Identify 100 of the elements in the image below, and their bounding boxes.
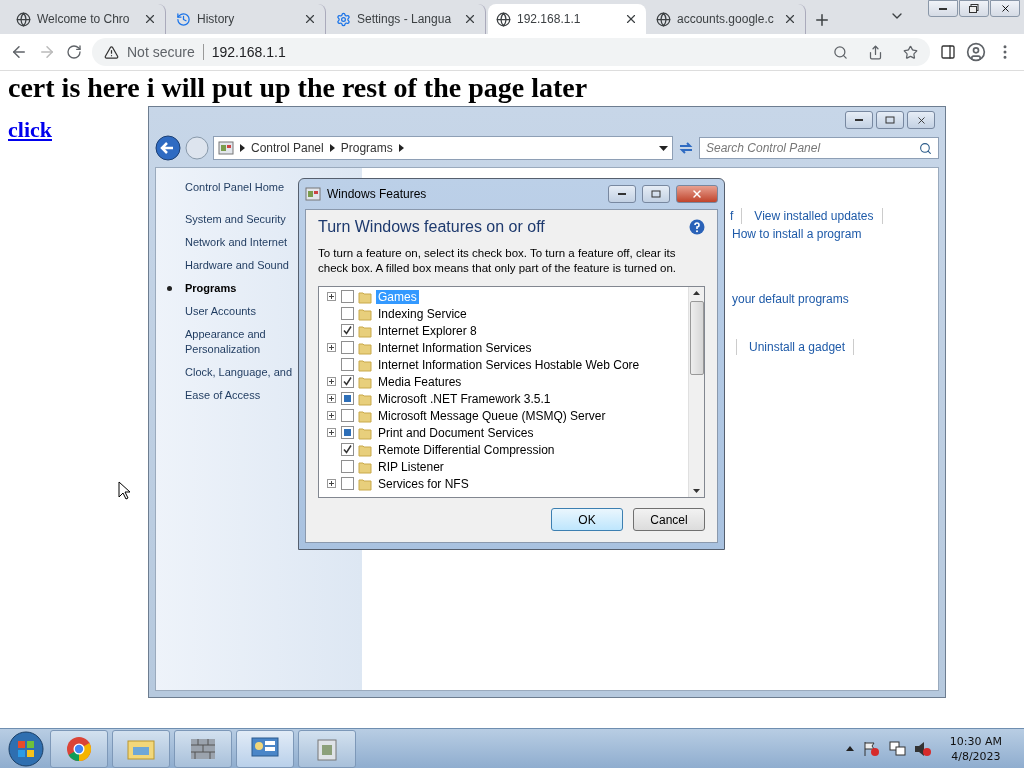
folder-icon bbox=[358, 374, 372, 389]
feature-label[interactable]: Remote Differential Compression bbox=[376, 442, 557, 457]
checkbox[interactable] bbox=[341, 324, 354, 337]
refresh-icon[interactable] bbox=[677, 140, 695, 156]
close-icon[interactable] bbox=[624, 12, 638, 26]
history-icon bbox=[176, 11, 191, 27]
checkbox[interactable] bbox=[341, 477, 354, 490]
dropdown-icon[interactable] bbox=[659, 145, 668, 151]
ok-button[interactable]: OK bbox=[551, 508, 623, 531]
flag-error-icon[interactable] bbox=[861, 740, 880, 757]
close-icon[interactable] bbox=[463, 12, 477, 26]
taskbar-button[interactable] bbox=[236, 729, 294, 768]
task-link[interactable]: View installed updates bbox=[754, 208, 882, 224]
help-icon[interactable] bbox=[689, 219, 705, 235]
close-icon[interactable] bbox=[783, 12, 797, 26]
feature-label[interactable]: Print and Document Services bbox=[376, 425, 536, 440]
task-link[interactable]: Uninstall a gadget bbox=[749, 339, 854, 355]
checkbox[interactable] bbox=[341, 307, 354, 320]
feature-label[interactable]: Microsoft .NET Framework 3.5.1 bbox=[376, 391, 553, 406]
maximize-icon bbox=[651, 190, 661, 198]
click-link[interactable]: click bbox=[8, 117, 52, 142]
cursor-icon bbox=[118, 481, 130, 500]
taskbar-button[interactable] bbox=[50, 729, 108, 768]
breadcrumb-item[interactable]: Control Panel bbox=[251, 141, 324, 155]
expand-button[interactable] bbox=[326, 479, 336, 488]
feature-label[interactable]: Services for NFS bbox=[376, 476, 471, 491]
restore-button[interactable] bbox=[959, 0, 989, 17]
maximize-button[interactable] bbox=[642, 185, 670, 203]
close-icon[interactable] bbox=[303, 12, 317, 26]
maximize-icon bbox=[885, 116, 895, 124]
address-field[interactable]: Control Panel Programs bbox=[213, 136, 673, 160]
scrollbar-thumb[interactable] bbox=[689, 301, 704, 375]
breadcrumb-item[interactable]: Programs bbox=[340, 141, 393, 155]
side-panel-icon[interactable] bbox=[940, 44, 956, 60]
search-field[interactable]: Search Control Panel bbox=[699, 137, 939, 159]
close-button[interactable] bbox=[907, 111, 935, 129]
close-icon bbox=[999, 3, 1011, 14]
scrollbar[interactable] bbox=[688, 287, 704, 497]
feature-label[interactable]: RIP Listener bbox=[376, 459, 446, 474]
address-bar[interactable]: Not secure 192.168.1.1 bbox=[92, 38, 930, 66]
back-button[interactable] bbox=[155, 135, 181, 161]
expand-button[interactable] bbox=[326, 428, 336, 437]
checkbox[interactable] bbox=[341, 341, 354, 354]
minimize-button[interactable] bbox=[928, 0, 958, 17]
minimize-button[interactable] bbox=[608, 185, 636, 203]
profile-icon[interactable] bbox=[966, 42, 986, 62]
close-button[interactable] bbox=[676, 185, 718, 203]
clock[interactable]: 10:30 AM 4/8/2023 bbox=[949, 733, 1002, 764]
feature-label[interactable]: Media Features bbox=[376, 374, 464, 389]
expand-button[interactable] bbox=[326, 411, 336, 420]
feature-label[interactable]: Internet Information Services Hostable Web Core bbox=[376, 357, 642, 372]
start-button[interactable] bbox=[6, 729, 46, 768]
task-link[interactable]: How to install a program bbox=[732, 226, 870, 242]
close-icon[interactable] bbox=[143, 12, 157, 26]
feature-label[interactable]: Microsoft Message Queue (MSMQ) Server bbox=[376, 408, 608, 423]
minimize-icon bbox=[617, 192, 627, 196]
task-link[interactable]: your default programs bbox=[732, 291, 857, 307]
checkbox[interactable] bbox=[341, 426, 354, 439]
close-button[interactable] bbox=[990, 0, 1020, 17]
checkbox[interactable] bbox=[341, 409, 354, 422]
minimize-icon bbox=[854, 118, 864, 122]
nav-link[interactable]: Appearance and Personalization bbox=[164, 327, 285, 357]
muted-speaker-icon[interactable] bbox=[913, 740, 932, 757]
checkbox[interactable] bbox=[341, 375, 354, 388]
folder-icon bbox=[358, 459, 372, 474]
checkbox[interactable] bbox=[341, 443, 354, 456]
checkbox[interactable] bbox=[341, 290, 354, 303]
cancel-button[interactable]: Cancel bbox=[633, 508, 705, 531]
search-icon[interactable] bbox=[833, 44, 848, 60]
share-icon[interactable] bbox=[868, 44, 883, 60]
expand-button[interactable] bbox=[326, 394, 336, 403]
folder-icon bbox=[358, 476, 372, 491]
checkbox[interactable] bbox=[341, 460, 354, 473]
star-icon[interactable] bbox=[903, 44, 918, 60]
new-tab-icon[interactable] bbox=[813, 11, 831, 29]
checkbox[interactable] bbox=[341, 358, 354, 371]
show-hidden-icons-button[interactable] bbox=[845, 746, 854, 751]
feature-label[interactable]: Indexing Service bbox=[376, 306, 469, 321]
feature-label[interactable]: Internet Explorer 8 bbox=[376, 323, 479, 338]
expand-button[interactable] bbox=[326, 377, 336, 386]
folder-icon bbox=[358, 408, 372, 423]
dialog-title: Windows Features bbox=[327, 187, 428, 201]
taskbar-button[interactable] bbox=[174, 729, 232, 768]
browser-tab[interactable]: 192.168.1.1 bbox=[488, 4, 646, 34]
control-panel-icon bbox=[218, 140, 234, 156]
expand-button[interactable] bbox=[326, 343, 336, 352]
task-link[interactable]: f bbox=[730, 208, 742, 224]
network-icon[interactable] bbox=[887, 740, 906, 757]
minimize-button[interactable] bbox=[845, 111, 873, 129]
expand-button[interactable] bbox=[326, 292, 336, 301]
scroll-up-icon[interactable] bbox=[693, 291, 700, 295]
feature-label[interactable]: Internet Information Services bbox=[376, 340, 534, 355]
warning-icon bbox=[104, 44, 119, 60]
checkbox[interactable] bbox=[341, 392, 354, 405]
page-heading: cert is here i will put up the rest of the page later bbox=[8, 73, 589, 103]
reload-icon[interactable] bbox=[66, 44, 82, 60]
arrow-icon bbox=[398, 144, 404, 152]
nav-link[interactable]: Programs bbox=[164, 281, 362, 296]
back-icon[interactable] bbox=[10, 43, 28, 61]
scroll-down-icon[interactable] bbox=[693, 489, 700, 493]
